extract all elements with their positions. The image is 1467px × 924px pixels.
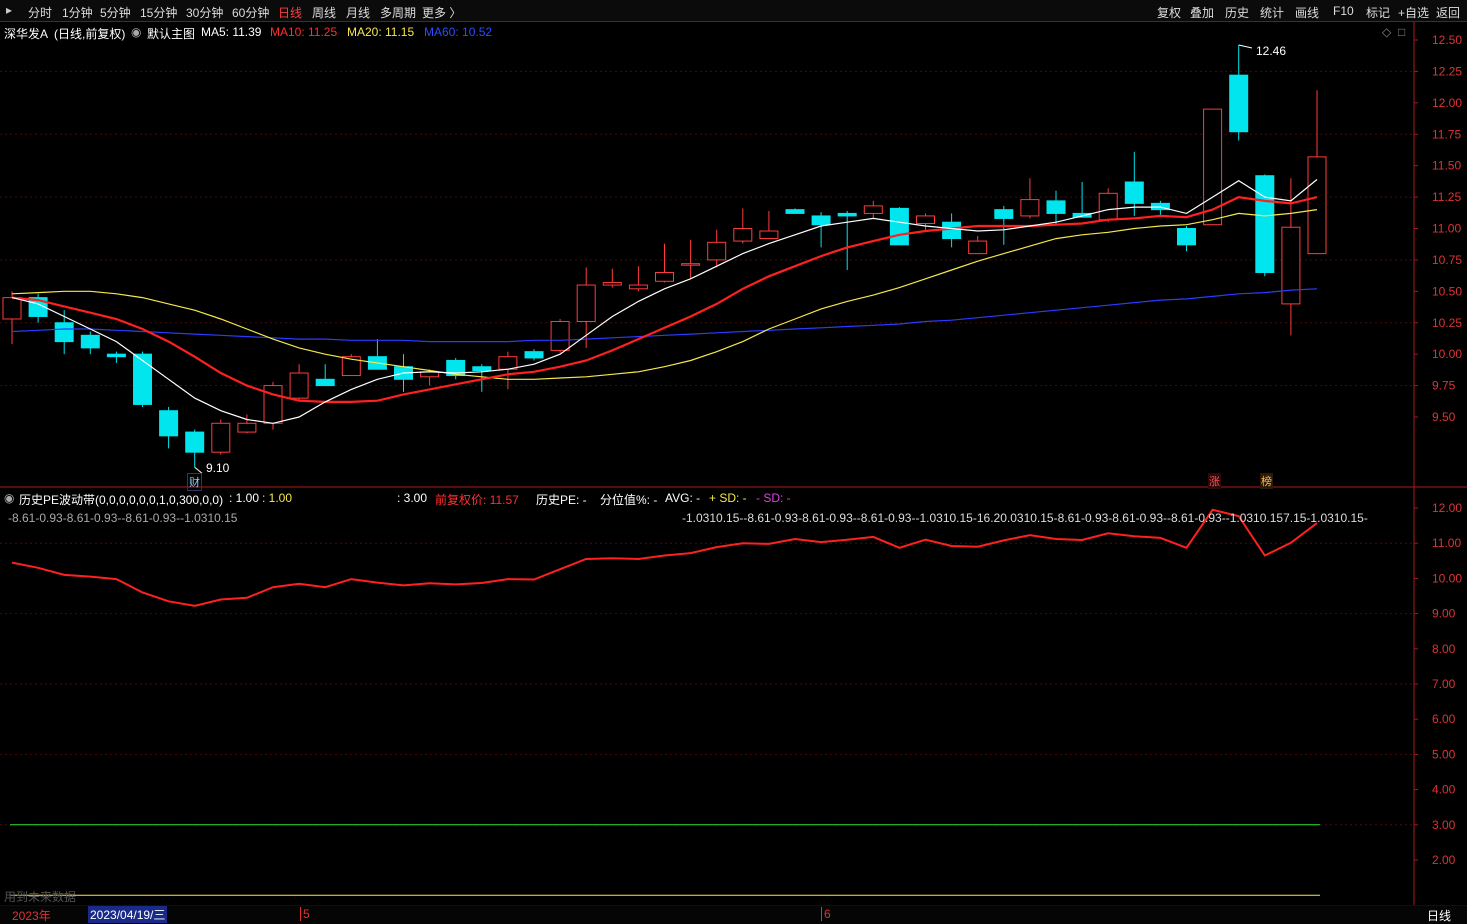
candle-body-up <box>1307 156 1327 255</box>
month-5-label: 5 <box>300 907 310 921</box>
pe-indicator-name[interactable]: 历史PE波动带(0,0,0,0,0,0,1,0,300,0,0) <box>19 491 223 508</box>
price-axis-label: 12.25 <box>1432 64 1462 78</box>
pe-prev-price: 前复权价: 11.57 <box>435 493 519 507</box>
date-axis: 2023年 2023/04/19/三 5 6 日线 <box>0 905 1467 924</box>
price-axis-label: 10.75 <box>1432 253 1462 267</box>
pe-axis-label: 11.00 <box>1432 536 1461 550</box>
price-axis-label: 11.50 <box>1432 159 1461 173</box>
candle-body-down <box>1255 175 1275 273</box>
candle-body-up <box>655 271 674 282</box>
pe-axis-label: 3.00 <box>1432 818 1456 832</box>
pe-axis-label: 2.00 <box>1432 853 1456 867</box>
future-data-watermark: 用到未来数据 <box>4 890 77 904</box>
candle-body-up <box>2 297 22 320</box>
ma10-line <box>11 195 1318 403</box>
pe-val1: : 1.00 <box>229 491 260 505</box>
candle-body-down <box>1124 181 1144 204</box>
period-switch[interactable]: 日线 <box>1427 907 1451 924</box>
price-axis-label: 9.75 <box>1432 379 1456 393</box>
price-axis-label: 10.00 <box>1432 347 1462 361</box>
candle-body-up <box>681 263 701 266</box>
pe-indicator-title: ◉ 历史PE波动带(0,0,0,0,0,0,1,0,300,0,0) : 1.0… <box>0 488 1410 508</box>
price-axis-label: 12.50 <box>1432 33 1462 47</box>
candle-body-up <box>968 240 988 255</box>
ranking-marker[interactable]: 榜 <box>1260 473 1273 489</box>
pe-sd-minus: - SD: - <box>756 491 791 505</box>
candle-body-down <box>785 209 805 214</box>
candle-body-up <box>628 284 648 290</box>
candle-body-up <box>1098 192 1118 221</box>
candle-body-down <box>942 221 962 240</box>
low-price-label: 9.10 <box>206 461 230 475</box>
pe-val2: : 1.00 <box>262 491 293 505</box>
candle-body-up <box>498 356 518 370</box>
year-label: 2023年 <box>12 909 51 923</box>
candle-body-down <box>837 212 857 217</box>
candle-body-up <box>707 241 727 261</box>
price-axis-label: 9.50 <box>1432 410 1456 424</box>
ma20-line <box>11 209 1318 380</box>
pe-axis-label: 5.00 <box>1432 747 1456 761</box>
pe-avg: AVG: - <box>665 491 701 505</box>
candle-body-down <box>315 378 335 387</box>
cursor-date: 2023/04/19/三 <box>88 906 168 923</box>
high-pointer <box>1238 44 1253 49</box>
price-axis-label: 12.00 <box>1432 96 1462 110</box>
month-6-label: 6 <box>821 907 831 921</box>
price-axis-label: 10.25 <box>1432 316 1462 330</box>
candle-body-up <box>237 422 257 433</box>
candle-body-down <box>889 207 909 246</box>
pe-hist: 历史PE: - <box>536 493 587 507</box>
pe-axis-label: 10.00 <box>1432 571 1462 585</box>
pe-axis-label: 8.00 <box>1432 642 1456 656</box>
price-axis-label: 11.25 <box>1432 190 1461 204</box>
candle-body-down <box>54 322 74 343</box>
candle-body-down <box>472 366 492 372</box>
pe-axis-label: 12.00 <box>1432 501 1462 515</box>
high-price-label: 12.46 <box>1256 44 1287 58</box>
candle-body-down <box>80 334 100 349</box>
candle-body-down <box>1046 200 1066 214</box>
candle-body-up <box>1020 199 1040 217</box>
pe-axis-label: 7.00 <box>1432 677 1456 691</box>
candle-body-up <box>733 228 753 242</box>
candle-body-up <box>289 372 309 399</box>
price-axis-label: 11.75 <box>1432 127 1461 141</box>
candle-body-down <box>994 209 1014 219</box>
candle-body-down <box>159 410 179 437</box>
pe-toggle-icon[interactable]: ◉ <box>4 491 14 505</box>
pe-axis-label: 6.00 <box>1432 712 1456 726</box>
limit-up-marker[interactable]: 涨 <box>1208 473 1221 489</box>
candle-body-up <box>211 422 231 453</box>
candle-body-up <box>759 230 779 240</box>
candle-body-down <box>1177 228 1196 246</box>
candle-body-up <box>916 215 935 224</box>
price-axis-label: 10.50 <box>1432 284 1462 298</box>
candle-body-down <box>185 431 205 453</box>
price-axis-label: 11.00 <box>1432 222 1461 236</box>
candle-body-down <box>811 215 831 226</box>
candle-body-up <box>576 284 596 322</box>
candle-body-down <box>106 353 126 358</box>
candle-body-up <box>1281 226 1301 305</box>
candle-body-down <box>1229 74 1249 133</box>
candle-body-up <box>863 205 883 214</box>
candle-body-up <box>602 282 622 286</box>
pe-sd-plus: + SD: - <box>709 491 747 505</box>
candle-body-down <box>524 351 544 359</box>
pe-row-right: -1.0310.15--8.61-0.93-8.61-0.93--8.61-0.… <box>682 511 1368 525</box>
ma5-line <box>11 179 1318 424</box>
pe-row-left: -8.61-0.93-8.61-0.93--8.61-0.93--1.0310.… <box>8 511 238 525</box>
candle-body-down <box>133 353 152 405</box>
pe-axis-label: 4.00 <box>1432 783 1456 797</box>
pe-val3: : 3.00 <box>397 491 428 505</box>
candle-body-up <box>550 320 570 351</box>
pe-percentile: 分位值%: - <box>600 493 658 507</box>
pe-axis-label: 9.00 <box>1432 607 1456 621</box>
